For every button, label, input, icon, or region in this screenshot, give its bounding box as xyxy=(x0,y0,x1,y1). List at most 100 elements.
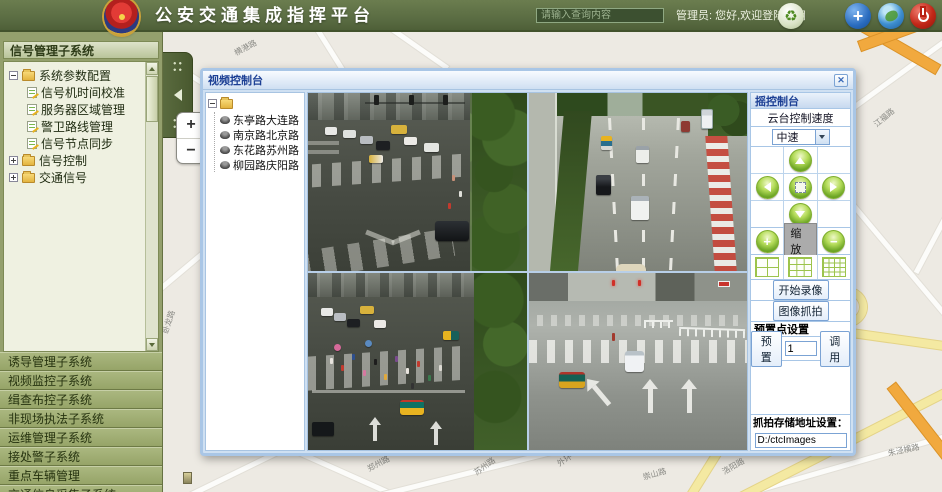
camera-tree-root[interactable] xyxy=(208,96,302,111)
pan-left-button[interactable] xyxy=(756,176,779,199)
scene-signboard xyxy=(718,281,730,287)
grid-4x4-icon[interactable] xyxy=(822,257,846,277)
camera-feed-1[interactable] xyxy=(308,93,527,271)
dialog-titlebar[interactable]: 视频控制台 ✕ xyxy=(203,71,853,90)
scene-barrier-fence xyxy=(679,326,745,337)
sidebar-item-traffic-info[interactable]: 交通信息采集子系统 xyxy=(0,485,162,492)
camera-item[interactable]: 南京路北京路 xyxy=(220,127,302,142)
apps-grid-icon[interactable] xyxy=(813,6,833,26)
sidebar-item-interception[interactable]: 缉查布控子系统 xyxy=(0,390,162,409)
document-icon xyxy=(27,104,37,115)
cyclist xyxy=(612,333,615,341)
home-square-icon xyxy=(795,182,806,193)
scene-lane-line xyxy=(669,118,680,271)
search-input[interactable] xyxy=(536,8,664,23)
camera-feed-4[interactable] xyxy=(529,273,748,451)
scene-crosswalk xyxy=(308,141,339,157)
vehicle xyxy=(681,121,690,132)
collapse-expander-icon[interactable] xyxy=(9,71,18,80)
add-icon[interactable]: + xyxy=(845,3,871,29)
scene-signal-bar xyxy=(365,102,466,104)
close-icon[interactable]: ✕ xyxy=(834,74,848,87)
vehicle xyxy=(312,422,334,436)
tree-scrollbar[interactable] xyxy=(145,62,158,351)
camera-tree-panel: 东亭路大连路 南京路北京路 东花路苏州路 柳园路庆阳路 xyxy=(205,92,305,451)
start-record-button[interactable]: 开始录像 xyxy=(773,280,829,300)
sidebar-item-video[interactable]: 视频监控子系统 xyxy=(0,371,162,390)
ptz-speed-row: 中速 xyxy=(751,127,850,147)
vehicle xyxy=(376,141,390,150)
tree-node[interactable]: 警卫路线管理 xyxy=(27,118,142,135)
grid-3x3-icon[interactable] xyxy=(788,257,812,277)
police-badge-logo xyxy=(104,0,139,35)
camera-feed-2[interactable] xyxy=(529,93,748,271)
scene-crosswalk xyxy=(308,345,470,390)
sidebar-item-enforcement[interactable]: 非现场执法子系统 xyxy=(0,409,162,428)
tree-node-label: 信号节点同步 xyxy=(41,135,113,152)
tree-node[interactable]: 信号控制 xyxy=(9,152,142,169)
expand-expander-icon[interactable] xyxy=(9,173,18,182)
refresh-icon[interactable]: ♻ xyxy=(778,3,804,29)
ptz-layout-row xyxy=(751,255,850,280)
scroll-down-icon[interactable] xyxy=(146,338,158,351)
sidebar-accordion: 诱导管理子系统 视频监控子系统 缉查布控子系统 非现场执法子系统 运维管理子系统… xyxy=(0,352,162,492)
expand-expander-icon[interactable] xyxy=(9,156,18,165)
pan-home-button[interactable] xyxy=(789,176,812,199)
sidebar-item-key-vehicles[interactable]: 重点车辆管理 xyxy=(0,466,162,485)
camera-item[interactable]: 东亭路大连路 xyxy=(220,112,302,127)
sidebar-item-ops[interactable]: 运维管理子系统 xyxy=(0,428,162,447)
road-label: 洛阳路 xyxy=(720,456,746,478)
pedestrian xyxy=(374,359,377,365)
scroll-up-icon[interactable] xyxy=(146,62,158,75)
vehicle xyxy=(343,130,356,138)
document-icon xyxy=(27,138,37,149)
tree-node[interactable]: 交通信号 xyxy=(9,169,142,186)
sidebar-item-dispatch[interactable]: 接处警子系统 xyxy=(0,447,162,466)
scene-arrow-marking xyxy=(369,417,381,441)
grid-2x2-icon[interactable] xyxy=(755,257,779,277)
zoom-in-button[interactable]: + xyxy=(756,230,779,253)
top-header: 公安交通集成指挥平台 管理员: 您好,欢迎登陆使用 ♻ + xyxy=(0,0,942,32)
vehicle xyxy=(360,136,373,144)
collapse-expander-icon[interactable] xyxy=(208,99,217,108)
pan-right-button[interactable] xyxy=(822,176,845,199)
road-label: 郑州路 xyxy=(365,453,391,474)
tree-node[interactable]: 信号节点同步 xyxy=(27,135,142,152)
document-icon xyxy=(27,87,37,98)
globe-icon[interactable] xyxy=(878,3,904,29)
umbrella xyxy=(334,344,341,351)
vehicle xyxy=(404,137,417,145)
scene-trees xyxy=(474,273,526,451)
scene-trees xyxy=(708,93,747,136)
video-grid xyxy=(307,92,748,451)
pan-up-button[interactable] xyxy=(789,149,812,172)
vehicle xyxy=(443,331,459,340)
camera-dome-icon xyxy=(220,116,230,124)
zoom-out-button[interactable]: − xyxy=(822,230,845,253)
up-arrow-icon xyxy=(795,157,805,164)
storage-path-input[interactable] xyxy=(755,433,847,448)
power-glyph xyxy=(918,11,929,22)
power-logout-icon[interactable] xyxy=(910,3,936,29)
camera-feed-3[interactable] xyxy=(308,273,527,451)
scroll-thumb[interactable] xyxy=(146,76,158,122)
chevron-down-icon[interactable] xyxy=(815,130,829,144)
vehicle xyxy=(701,109,713,129)
camera-item[interactable]: 柳园路庆阳路 xyxy=(220,157,302,172)
storage-path-label: 抓拍存储地址设置： xyxy=(751,415,850,430)
pedestrian xyxy=(417,361,420,367)
grip-dots-icon xyxy=(172,60,183,73)
tree-node[interactable]: 信号机时间校准 xyxy=(27,84,142,101)
collapse-arrow-icon xyxy=(174,89,182,101)
dpad-cell xyxy=(751,147,783,173)
scene-crosswalk xyxy=(312,153,465,187)
speed-select[interactable]: 中速 xyxy=(772,129,830,145)
sidebar-item-guidance[interactable]: 诱导管理子系统 xyxy=(0,352,162,371)
preset-number-input[interactable] xyxy=(785,341,817,356)
page-title: 公安交通集成指挥平台 xyxy=(155,0,375,32)
scene-signal xyxy=(443,95,448,105)
camera-item[interactable]: 东花路苏州路 xyxy=(220,142,302,157)
tree-node-root[interactable]: 系统参数配置 xyxy=(9,67,142,84)
snapshot-button[interactable]: 图像抓拍 xyxy=(773,301,829,321)
tree-node[interactable]: 服务器区域管理 xyxy=(27,101,142,118)
